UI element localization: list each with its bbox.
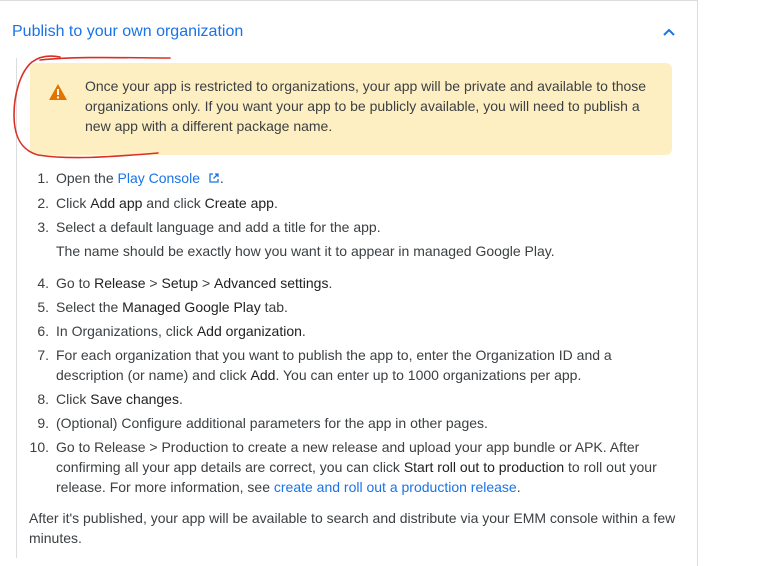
production-release-link[interactable]: create and roll out a production release (274, 479, 517, 495)
step-number: 5. (37, 299, 49, 315)
right-border (697, 0, 698, 566)
step-text: Click Add app and click Create app. (56, 195, 278, 211)
step-number: 2. (37, 195, 49, 211)
warning-triangle-icon (48, 83, 68, 101)
step-number: 4. (37, 275, 49, 291)
step-number: 9. (37, 415, 49, 431)
list-item: 4. Go to Release > Setup > Advanced sett… (28, 273, 683, 293)
list-item: 6. In Organizations, click Add organizat… (28, 321, 683, 341)
section-header[interactable]: Publish to your own organization (12, 20, 684, 44)
list-item: 8. Click Save changes. (28, 389, 683, 409)
step-subtext: The name should be exactly how you want … (56, 243, 555, 259)
section-left-rule (16, 58, 17, 558)
step-number: 8. (37, 391, 49, 407)
step-text: For each organization that you want to p… (56, 347, 612, 383)
footer-text: After it's published, your app will be a… (29, 510, 676, 546)
list-item: 1. Open the Play Console . (28, 168, 683, 189)
steps-list: 1. Open the Play Console . 2. Click Add … (28, 168, 683, 501)
list-item: 2. Click Add app and click Create app. (28, 193, 683, 213)
top-border (0, 0, 697, 1)
chevron-up-icon[interactable] (662, 25, 676, 39)
section-title[interactable]: Publish to your own organization (12, 23, 243, 41)
step-number: 7. (37, 347, 49, 363)
step-number: 10. (29, 439, 49, 455)
step-text: (Optional) Configure additional paramete… (56, 415, 488, 431)
warning-callout: Once your app is restricted to organizat… (30, 63, 672, 155)
step-text: Select the Managed Google Play tab. (56, 299, 288, 315)
list-item: 10. Go to Release > Production to create… (28, 437, 683, 497)
play-console-link[interactable]: Play Console (118, 170, 201, 186)
step-text: Open the Play Console . (56, 168, 683, 189)
step-text: Click Save changes. (56, 391, 183, 407)
step-number: 3. (37, 219, 49, 235)
list-item: 9. (Optional) Configure additional param… (28, 413, 683, 433)
list-item: 5. Select the Managed Google Play tab. (28, 297, 683, 317)
step-text: Go to Release > Production to create a n… (56, 439, 657, 495)
warning-text: Once your app is restricted to organizat… (85, 78, 647, 134)
external-link-icon[interactable] (208, 169, 220, 189)
step-text: Go to Release > Setup > Advanced setting… (56, 275, 333, 291)
step-text: Select a default language and add a titl… (56, 217, 683, 261)
list-item: 7. For each organization that you want t… (28, 345, 683, 385)
step-number: 6. (37, 323, 49, 339)
step-number: 1. (37, 170, 49, 186)
list-item: 3. Select a default language and add a t… (28, 217, 683, 261)
step-text: In Organizations, click Add organization… (56, 323, 306, 339)
